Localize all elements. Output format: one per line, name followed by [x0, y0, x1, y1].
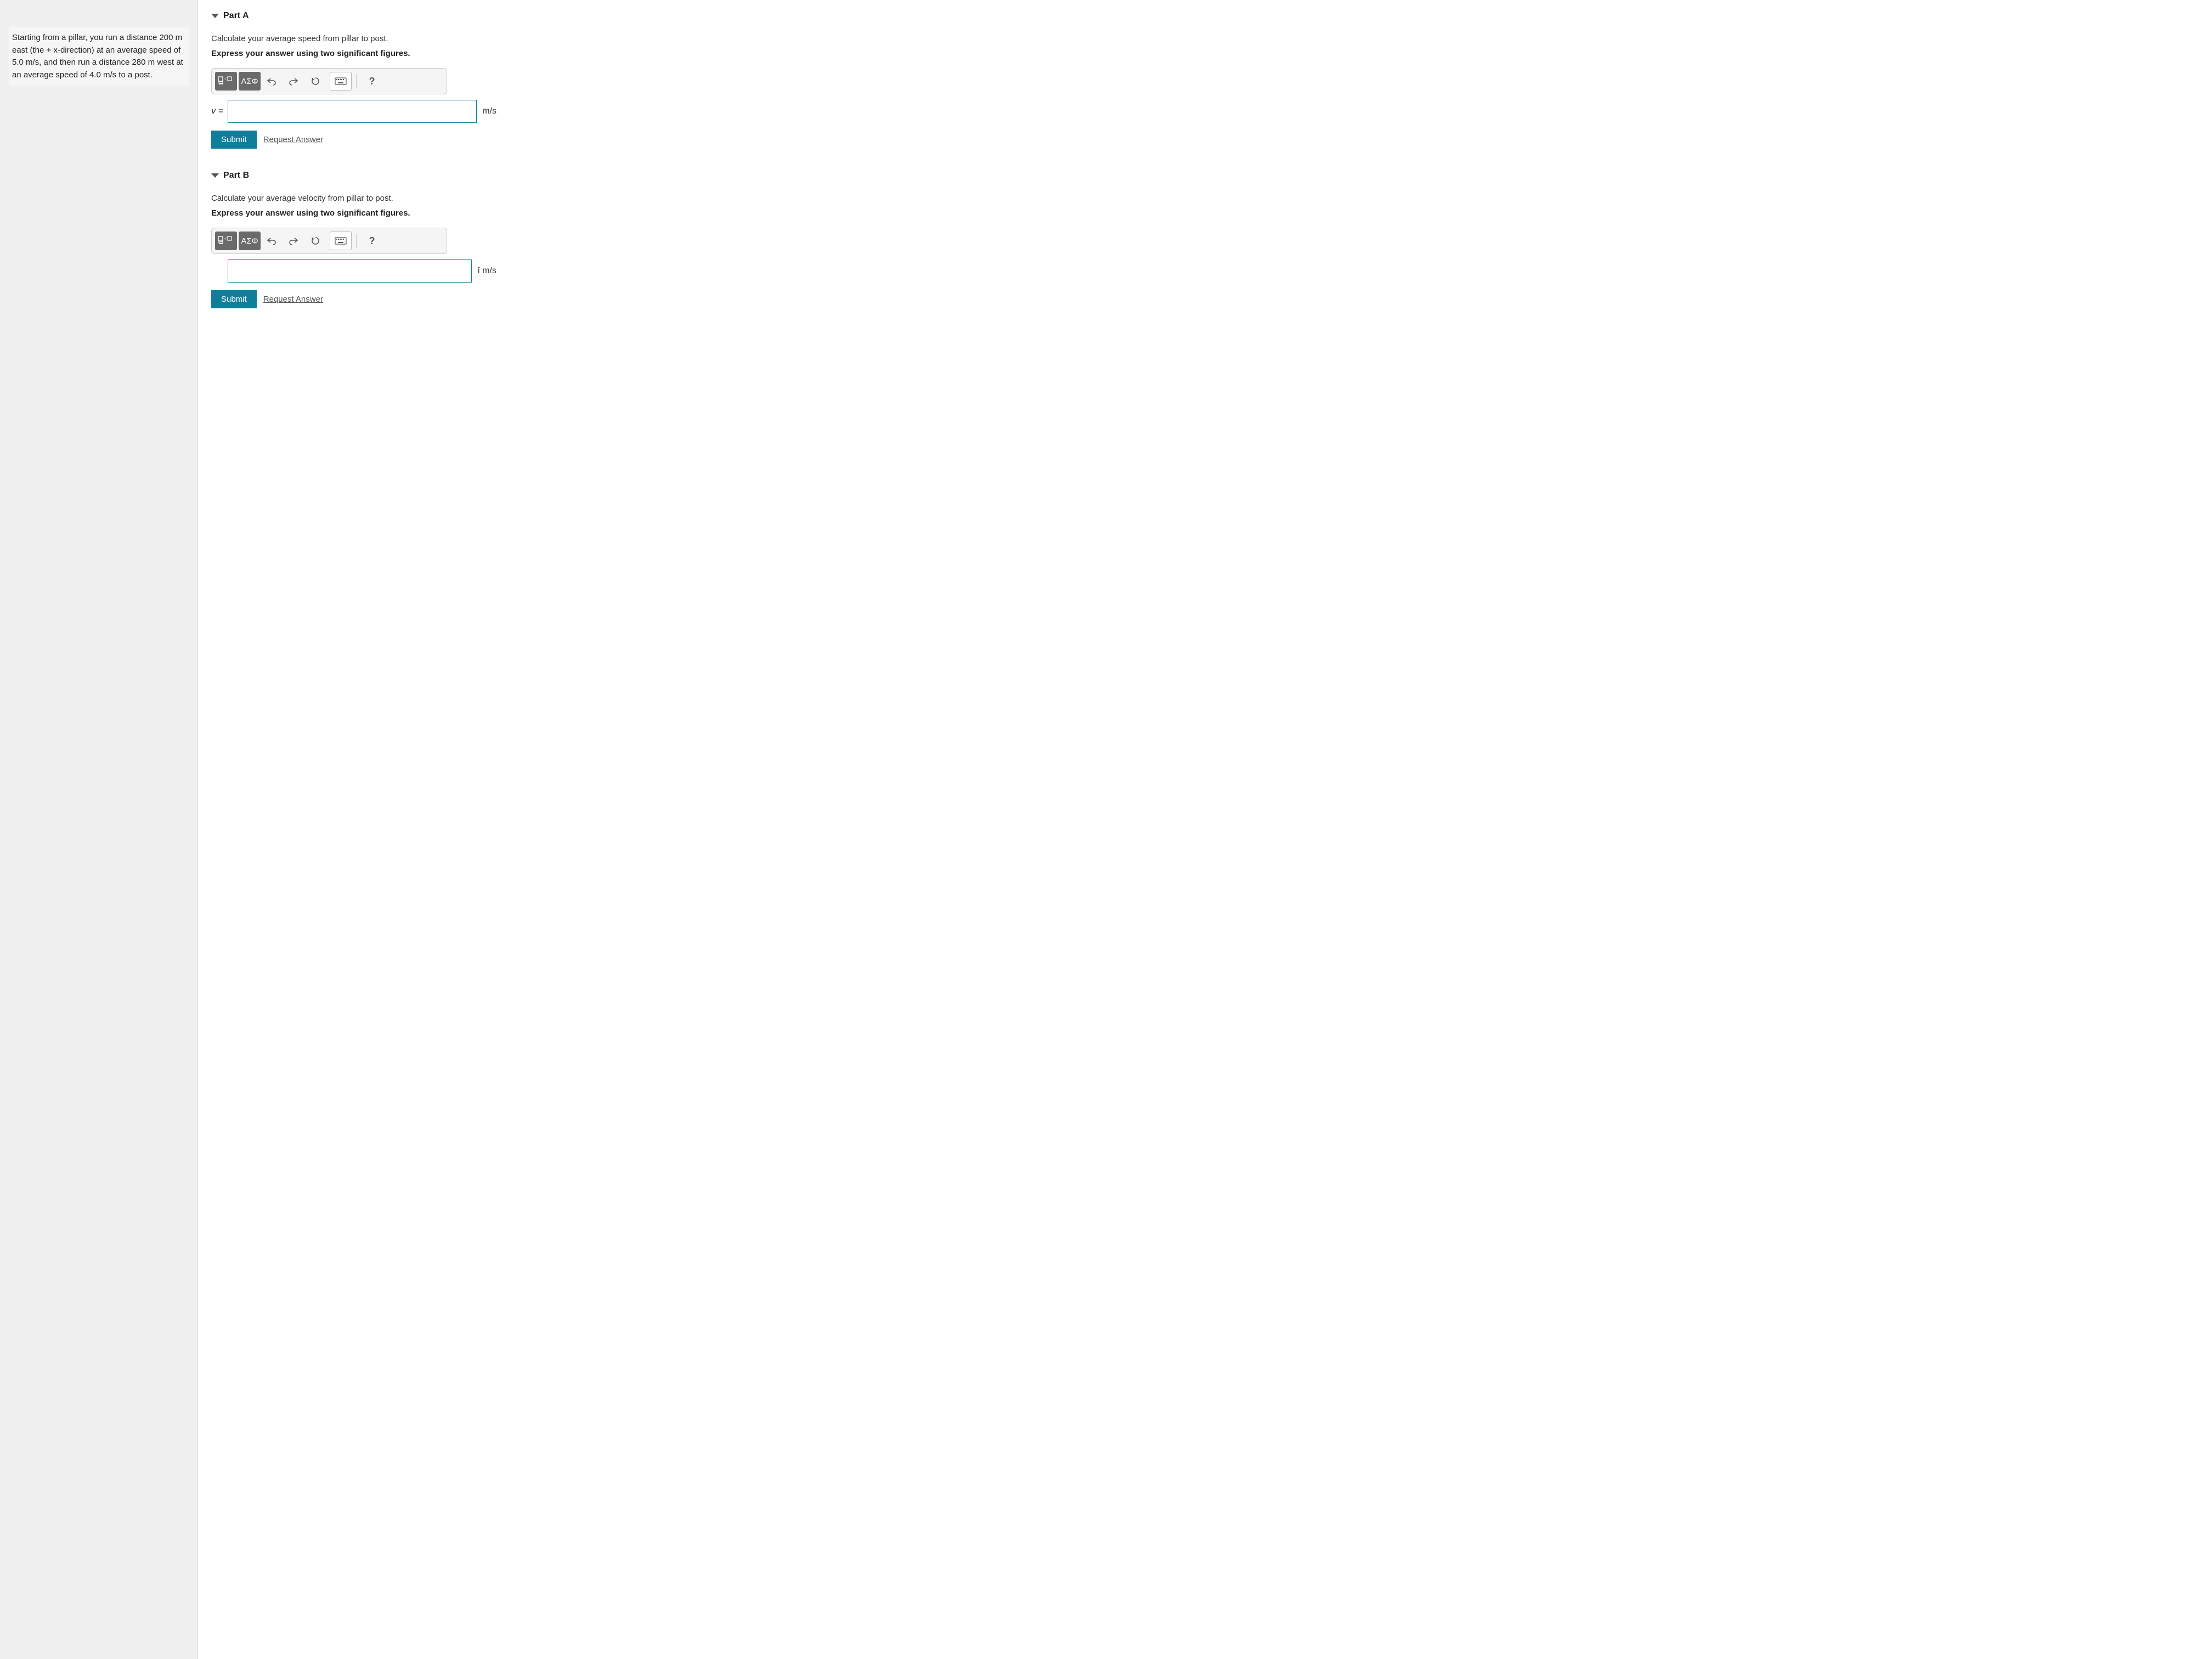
- svg-text:√: √: [224, 77, 227, 81]
- help-icon: ?: [369, 76, 375, 87]
- part-b-input[interactable]: [228, 259, 472, 283]
- svg-text:√: √: [224, 236, 227, 241]
- undo-icon: [266, 77, 277, 86]
- part-a-variable: v =: [211, 106, 228, 116]
- symbols-button[interactable]: ΑΣΦ: [239, 232, 261, 250]
- problem-sidebar: Starting from a pillar, you run a distan…: [0, 0, 198, 1659]
- part-b-header[interactable]: Part B: [211, 171, 2199, 180]
- part-b-answer-row: î m/s: [211, 259, 496, 283]
- request-answer-button[interactable]: Request Answer: [260, 131, 326, 149]
- part-a-toolbar: √ ΑΣΦ: [211, 68, 447, 94]
- chevron-down-icon: [211, 14, 219, 18]
- submit-button[interactable]: Submit: [211, 131, 257, 149]
- redo-button[interactable]: [283, 72, 304, 91]
- request-answer-button[interactable]: Request Answer: [260, 290, 326, 308]
- toolbar-separator: [356, 74, 357, 88]
- part-b-unit-text: m/s: [482, 266, 496, 275]
- unit-vector-i: î: [477, 266, 482, 275]
- reset-button[interactable]: [304, 232, 326, 250]
- part-b-block: Part B Calculate your average velocity f…: [211, 171, 2199, 308]
- help-icon: ?: [369, 235, 375, 247]
- templates-icon: √: [218, 236, 234, 246]
- part-b-toolbar: √ ΑΣΦ: [211, 228, 447, 254]
- problem-text: Starting from a pillar, you run a distan…: [12, 33, 183, 80]
- keyboard-icon: [335, 77, 347, 85]
- part-b-instruction: Express your answer using two significan…: [211, 208, 2199, 218]
- answer-area: Part A Calculate your average speed from…: [198, 0, 2212, 1659]
- part-a-input[interactable]: [228, 100, 477, 123]
- undo-icon: [266, 236, 277, 245]
- templates-button[interactable]: √: [215, 72, 237, 91]
- templates-icon: √: [218, 76, 234, 86]
- part-a-question: Calculate your average speed from pillar…: [211, 34, 2199, 43]
- symbols-button[interactable]: ΑΣΦ: [239, 72, 261, 91]
- redo-icon: [288, 236, 299, 245]
- chevron-down-icon: [211, 173, 219, 178]
- symbols-label: ΑΣΦ: [241, 77, 258, 86]
- part-b-buttons: Submit Request Answer: [211, 290, 2199, 308]
- part-b-title: Part B: [223, 171, 249, 180]
- help-button[interactable]: ?: [361, 72, 383, 91]
- toolbar-separator: [356, 234, 357, 248]
- part-a-answer-row: v = m/s: [211, 100, 496, 123]
- part-a-unit: m/s: [477, 106, 496, 116]
- keyboard-button[interactable]: [330, 72, 352, 91]
- part-a-block: Part A Calculate your average speed from…: [211, 11, 2199, 149]
- reset-icon: [311, 236, 320, 246]
- part-a-instruction: Express your answer using two significan…: [211, 49, 2199, 58]
- symbols-label: ΑΣΦ: [241, 236, 258, 246]
- part-b-question: Calculate your average velocity from pil…: [211, 194, 2199, 203]
- keyboard-button[interactable]: [330, 232, 352, 250]
- undo-button[interactable]: [261, 232, 283, 250]
- part-b-unit: î m/s: [472, 266, 496, 276]
- templates-button[interactable]: √: [215, 232, 237, 250]
- undo-button[interactable]: [261, 72, 283, 91]
- help-button[interactable]: ?: [361, 232, 383, 250]
- part-a-buttons: Submit Request Answer: [211, 131, 2199, 149]
- problem-statement: Starting from a pillar, you run a distan…: [9, 27, 189, 86]
- redo-icon: [288, 77, 299, 86]
- part-a-header[interactable]: Part A: [211, 11, 2199, 21]
- keyboard-icon: [335, 237, 347, 245]
- reset-icon: [311, 76, 320, 86]
- part-a-title: Part A: [223, 11, 249, 21]
- redo-button[interactable]: [283, 232, 304, 250]
- submit-button[interactable]: Submit: [211, 290, 257, 308]
- reset-button[interactable]: [304, 72, 326, 91]
